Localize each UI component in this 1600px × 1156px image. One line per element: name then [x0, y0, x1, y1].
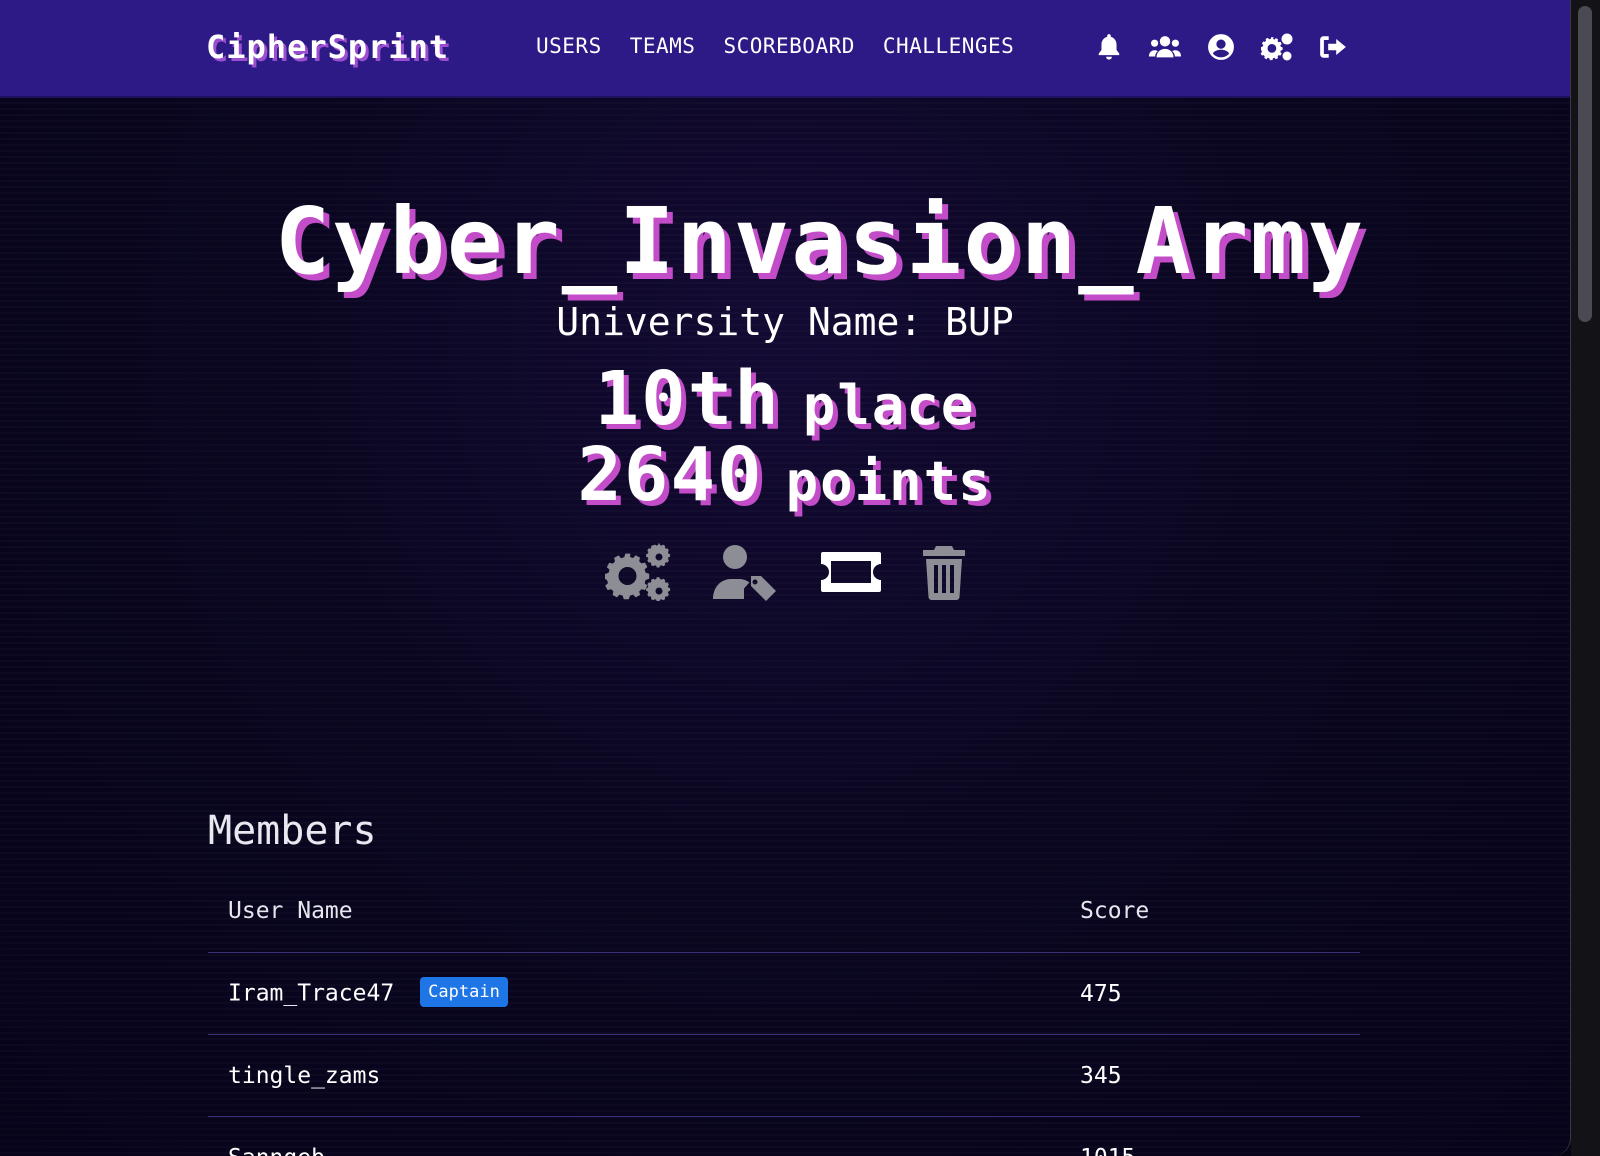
column-header-user-name: User Name [208, 870, 1080, 953]
points-label: points [785, 450, 993, 513]
members-heading: Members [208, 808, 377, 854]
column-header-score: Score [1080, 870, 1360, 953]
team-points: 2640 points [0, 432, 1570, 518]
team-place: 10th place [0, 356, 1570, 442]
sign-out-icon[interactable] [1316, 30, 1350, 64]
member-cell: Iram_Trace47 Captain [208, 952, 1080, 1035]
nav-link-teams[interactable]: TEAMS [630, 34, 696, 58]
nav-links: USERS TEAMS SCOREBOARD CHALLENGES [536, 34, 1014, 58]
member-cell: Sanngeb [208, 1116, 1080, 1156]
member-name-link[interactable]: Sanngeb [228, 1145, 325, 1156]
user-circle-icon[interactable] [1204, 30, 1238, 64]
navbar: CipherSprint USERS TEAMS SCOREBOARD CHAL… [0, 0, 1570, 96]
points-number: 2640 [577, 432, 764, 518]
member-score: 1015 [1080, 1116, 1360, 1156]
member-name-link[interactable]: Iram_Trace47 [228, 980, 394, 1006]
page-viewport: CipherSprint USERS TEAMS SCOREBOARD CHAL… [0, 0, 1571, 1156]
nav-link-scoreboard[interactable]: SCOREBOARD [723, 34, 854, 58]
nav-link-challenges[interactable]: CHALLENGES [883, 34, 1014, 58]
table-row: Sanngeb 1015 [208, 1116, 1360, 1156]
place-number: 10th [594, 356, 781, 442]
table-row: Iram_Trace47 Captain 475 [208, 952, 1360, 1035]
brand-logo[interactable]: CipherSprint [206, 28, 449, 66]
member-cell: tingle_zams [208, 1034, 1080, 1117]
users-icon[interactable] [1148, 30, 1182, 64]
university-name: University Name: BUP [556, 300, 1014, 344]
member-score: 475 [1080, 952, 1360, 1035]
trash-icon[interactable] [921, 540, 967, 604]
team-name: Cyber_Invasion_Army [274, 188, 1366, 295]
table-row: tingle_zams 345 [208, 1034, 1360, 1117]
nav-icons [1092, 30, 1350, 64]
nav-link-users[interactable]: USERS [536, 34, 602, 58]
team-admin-actions [0, 540, 1570, 604]
user-tag-icon[interactable] [711, 540, 781, 604]
settings-gears-icon[interactable] [603, 540, 673, 604]
place-label: place [802, 374, 976, 437]
bell-icon[interactable] [1092, 30, 1126, 64]
captain-badge: Captain [420, 976, 508, 1007]
gears-icon[interactable] [1260, 30, 1294, 64]
member-score: 345 [1080, 1034, 1360, 1117]
scrollbar-thumb[interactable] [1578, 6, 1592, 322]
ticket-icon[interactable] [819, 540, 883, 604]
members-table: User Name Score Iram_Trace47 Captain 475 … [208, 870, 1360, 1156]
member-name-link[interactable]: tingle_zams [228, 1063, 380, 1089]
table-header-row: User Name Score [208, 870, 1360, 953]
